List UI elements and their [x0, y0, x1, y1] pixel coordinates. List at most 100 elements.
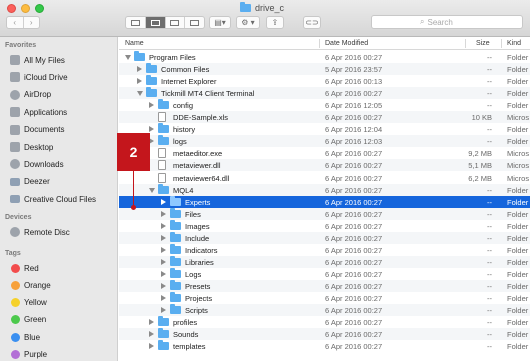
icon-view-button[interactable]	[126, 17, 145, 28]
zoom-window-button[interactable]	[35, 4, 44, 13]
disclosure-closed-icon[interactable]	[161, 246, 166, 253]
disclosure-closed-icon[interactable]	[161, 295, 166, 301]
disclosure-closed-icon[interactable]	[149, 331, 154, 338]
sidebar-item[interactable]: Blue	[10, 330, 116, 344]
file-row[interactable]: Logs 6 Apr 2016 00:27 -- Folder	[119, 267, 530, 280]
file-row[interactable]: Internet Explorer 6 Apr 2016 00:13 -- Folde…	[119, 75, 530, 87]
file-kind: Folder	[507, 53, 529, 62]
action-button[interactable]: ⚙ ▾	[236, 16, 260, 29]
sidebar-item[interactable]: Creative Cloud Files	[10, 192, 116, 206]
file-name: history	[173, 125, 196, 135]
file-date-modified: 6 Apr 2016 00:27	[325, 281, 383, 291]
disclosure-closed-icon[interactable]	[161, 222, 166, 229]
file-row[interactable]: Tickmill MT4 Client Terminal 6 Apr 2016 0…	[119, 87, 530, 100]
sidebar-item[interactable]: Applications	[10, 105, 116, 119]
file-row[interactable]: templates 6 Apr 2016 00:27 -- Folder	[119, 340, 530, 352]
file-row[interactable]: Common Files 5 Apr 2016 23:57 -- Folder	[119, 63, 530, 76]
sidebar-item[interactable]: Green	[10, 313, 116, 327]
file-row[interactable]: Experts 6 Apr 2016 00:27 -- Folder	[119, 195, 530, 208]
file-row[interactable]: Projects 6 Apr 2016 00:27 -- Folder	[119, 292, 530, 304]
file-row[interactable]: profiles 6 Apr 2016 00:27 -- Folder	[119, 316, 530, 328]
file-row[interactable]: Files 6 Apr 2016 00:27 -- Folder	[119, 207, 530, 220]
close-window-button[interactable]	[7, 4, 16, 13]
column-header-size[interactable]: Size	[476, 40, 490, 47]
sidebar-item[interactable]: Downloads	[10, 157, 116, 171]
file-name: Images	[185, 221, 210, 231]
column-header-kind[interactable]: Kind	[507, 40, 521, 47]
column-header-date[interactable]: Date Modified	[325, 40, 368, 47]
file-kind: Folder	[507, 209, 529, 219]
sidebar-item[interactable]: Desktop	[10, 140, 116, 154]
tag-color-icon	[11, 263, 20, 273]
sidebar-item-label: Green	[24, 315, 47, 325]
disclosure-closed-icon[interactable]	[149, 126, 154, 133]
file-row[interactable]: history 6 Apr 2016 12:04 -- Folder	[119, 123, 530, 135]
tag-icon: ⊂⊃	[305, 18, 319, 27]
sidebar-item[interactable]: Purple	[10, 348, 116, 361]
back-button[interactable]: ‹	[7, 17, 23, 28]
file-row[interactable]: Sounds 6 Apr 2016 00:27 -- Folder	[119, 328, 530, 341]
tag-color-icon	[11, 315, 20, 325]
sidebar-item[interactable]: Deezer	[10, 175, 116, 189]
column-view-button[interactable]	[164, 17, 185, 28]
file-row[interactable]: Program Files 6 Apr 2016 00:27 -- Folder	[119, 51, 530, 63]
folder-icon	[146, 63, 157, 74]
disclosure-open-icon[interactable]	[125, 55, 131, 60]
disclosure-closed-icon[interactable]	[161, 210, 166, 217]
file-row[interactable]: Indicators 6 Apr 2016 00:27 -- Folder	[119, 243, 530, 256]
file-row[interactable]: Include 6 Apr 2016 00:27 -- Folder	[119, 231, 530, 244]
file-row[interactable]: Presets 6 Apr 2016 00:27 -- Folder	[119, 279, 530, 292]
file-row[interactable]: Images 6 Apr 2016 00:27 -- Folder	[119, 219, 530, 232]
sidebar-item-label: iCloud Drive	[24, 72, 68, 82]
sidebar-item[interactable]: All My Files	[10, 53, 116, 67]
file-row[interactable]: metaeditor.exe 6 Apr 2016 00:27 9,2 MB Micr…	[119, 147, 530, 159]
disclosure-closed-icon[interactable]	[149, 319, 154, 326]
disclosure-closed-icon[interactable]	[161, 282, 166, 289]
sidebar-item[interactable]: Documents	[10, 123, 116, 137]
file-name: metaviewer64.dll	[173, 173, 230, 183]
list-view-button[interactable]	[144, 17, 165, 28]
file-row[interactable]: metaviewer64.dll 6 Apr 2016 00:27 6,2 MB Mi…	[119, 172, 530, 184]
disclosure-closed-icon[interactable]	[161, 270, 166, 277]
disclosure-closed-icon[interactable]	[161, 258, 166, 265]
file-row[interactable]: Scripts 6 Apr 2016 00:27 -- Folder	[119, 304, 530, 317]
sidebar-item[interactable]: AirDrop	[10, 88, 116, 102]
file-row[interactable]: logs 6 Apr 2016 12:03 -- Folder	[119, 135, 530, 148]
disclosure-closed-icon[interactable]	[137, 66, 142, 73]
file-kind: Folder	[507, 65, 529, 75]
sidebar-item[interactable]: iCloud Drive	[10, 70, 116, 84]
arrange-button[interactable]: ▤▾	[209, 16, 231, 29]
disclosure-closed-icon[interactable]	[161, 198, 166, 205]
disclosure-open-icon[interactable]	[149, 187, 155, 193]
sidebar-item[interactable]: Yellow	[10, 296, 116, 310]
sidebar-item[interactable]: Remote Disc	[10, 225, 116, 239]
file-size: --	[487, 318, 492, 328]
file-name: Scripts	[185, 306, 208, 316]
column-header-name[interactable]: Name	[125, 40, 144, 47]
file-kind: Folder	[507, 306, 529, 316]
file-row[interactable]: metaviewer.dll 6 Apr 2016 00:27 5,1 MB Micr…	[119, 159, 530, 172]
share-button[interactable]: ⇪	[266, 16, 284, 29]
forward-button[interactable]: ›	[22, 17, 40, 28]
file-size: --	[487, 221, 492, 231]
cover-flow-view-button[interactable]	[184, 17, 204, 28]
search-input[interactable]: ⌕ Search	[371, 15, 523, 29]
file-date-modified: 6 Apr 2016 00:13	[325, 77, 383, 87]
disclosure-closed-icon[interactable]	[137, 78, 142, 85]
file-kind: Micros	[507, 161, 530, 171]
disclosure-open-icon[interactable]	[137, 91, 143, 97]
applications-icon	[10, 107, 20, 118]
disclosure-closed-icon[interactable]	[149, 102, 154, 109]
file-row[interactable]: DDE-Sample.xls 6 Apr 2016 00:27 10 KB Micro…	[119, 111, 530, 124]
annotation-pointer-dot	[131, 205, 136, 210]
disclosure-closed-icon[interactable]	[161, 234, 166, 241]
sidebar-item[interactable]: Orange	[10, 278, 116, 292]
sidebar-item[interactable]: Red	[10, 261, 116, 275]
file-row[interactable]: config 6 Apr 2016 12:05 -- Folder	[119, 99, 530, 111]
file-row[interactable]: MQL4 6 Apr 2016 00:27 -- Folder	[119, 183, 530, 196]
tag-button[interactable]: ⊂⊃	[303, 16, 321, 29]
minimize-window-button[interactable]	[21, 4, 30, 13]
disclosure-closed-icon[interactable]	[161, 307, 166, 314]
disclosure-closed-icon[interactable]	[149, 343, 154, 350]
file-row[interactable]: Libraries 6 Apr 2016 00:27 -- Folder	[119, 255, 530, 268]
